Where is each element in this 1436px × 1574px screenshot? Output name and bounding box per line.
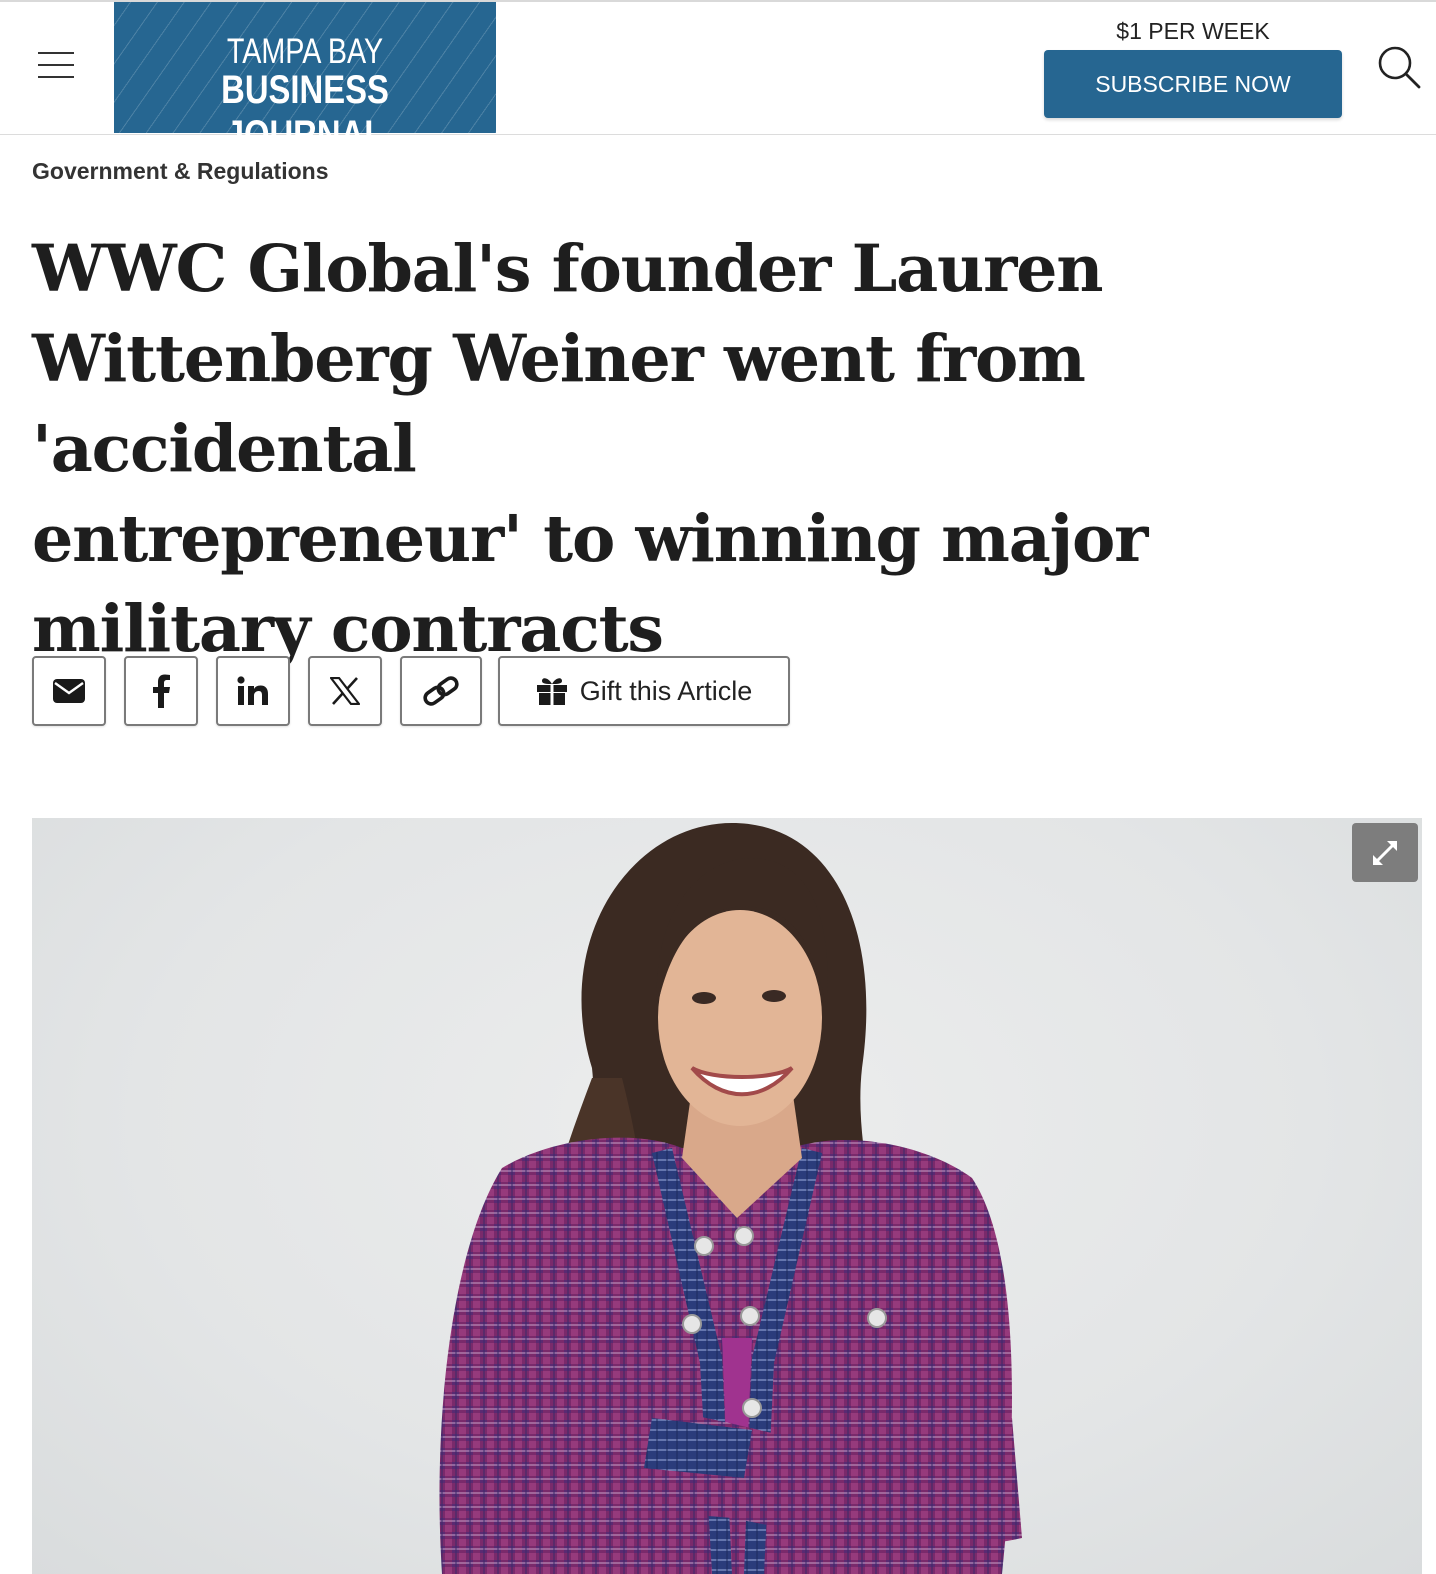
logo-line-2: BUSINESS JOURNAL [221,68,389,157]
share-facebook-button[interactable] [124,656,198,726]
article-headline: WWC Global's founder Lauren Wittenberg W… [32,224,1422,674]
email-icon [53,679,85,703]
share-email-button[interactable] [32,656,106,726]
headline-line: WWC Global's founder Lauren [32,231,1104,307]
masthead: TAMPA BAY BUSINESS JOURNAL $1 PER WEEK S… [0,0,1436,157]
gift-article-button[interactable]: Gift this Article [498,656,790,726]
copy-link-button[interactable] [400,656,482,726]
gift-article-label: Gift this Article [579,675,753,706]
link-icon [423,676,459,706]
headline-line: entrepreneur' to winning major [32,501,1148,577]
search-icon[interactable] [1376,44,1422,90]
share-linkedin-button[interactable] [216,656,290,726]
subscribe-button[interactable]: SUBSCRIBE NOW [1044,50,1342,118]
article-photo [32,818,1422,1574]
section-label[interactable]: Government & Regulations [32,158,328,185]
subscription-price: $1 PER WEEK [1116,18,1270,44]
gift-icon [536,678,567,705]
portrait-illustration [439,823,1022,1574]
logo-line-1: TAMPA BAY [226,32,384,71]
headline-line: Wittenberg Weiner went from 'accidental [32,321,1086,487]
expand-image-button[interactable] [1352,823,1418,882]
expand-icon [1373,840,1397,865]
share-x-button[interactable] [308,656,382,726]
site-logo[interactable]: TAMPA BAY BUSINESS JOURNAL [114,2,496,157]
linkedin-icon [237,676,268,705]
facebook-icon [153,674,170,708]
x-icon [330,677,360,705]
menu-icon[interactable] [38,50,76,80]
